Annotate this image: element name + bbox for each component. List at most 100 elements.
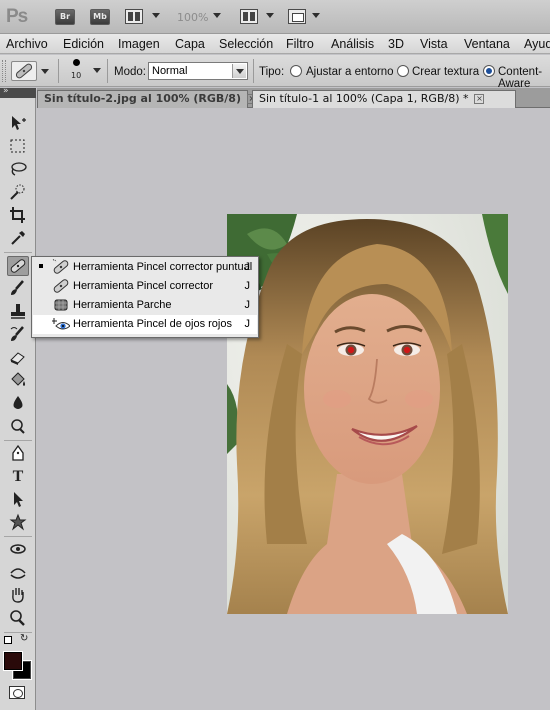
radio-ajustar-entorno[interactable] (290, 65, 302, 77)
mini-bridge-button[interactable]: Mb (90, 9, 110, 25)
radio-crear-textura[interactable] (397, 65, 409, 77)
path-selection-icon[interactable] (7, 490, 29, 510)
blur-icon[interactable] (7, 394, 29, 414)
document-tabs: Sin título-2.jpg al 100% (RGB/8)× Sin tí… (37, 88, 550, 108)
marquee-icon[interactable] (7, 137, 29, 157)
shape-icon[interactable] (7, 513, 29, 533)
zoom-dropdown-icon[interactable] (213, 13, 221, 18)
flyout-item-shortcut: J (244, 299, 251, 311)
chevron-down-icon[interactable] (232, 64, 246, 78)
history-brush-icon[interactable] (7, 325, 29, 345)
patch-icon (54, 299, 68, 311)
menu-archivo[interactable]: Archivo (6, 37, 48, 51)
spot-healing-icon[interactable] (7, 256, 29, 276)
radio-ajustar-entorno-label[interactable]: Ajustar a entorno (306, 66, 394, 78)
menu-analisis[interactable]: Análisis (331, 37, 374, 51)
eyedropper-icon[interactable] (7, 229, 29, 249)
photoshop-logo: Ps (6, 6, 28, 27)
brush-picker-dropdown-icon[interactable] (93, 68, 101, 73)
hand-icon[interactable] (7, 586, 29, 606)
3d-orbit-icon[interactable] (7, 563, 29, 583)
move-icon[interactable] (7, 114, 29, 134)
document-image[interactable] (227, 214, 508, 614)
application-bar: Ps Br Mb 100% (0, 0, 550, 34)
pen-icon[interactable] (7, 444, 29, 464)
current-tool-bullet (39, 264, 43, 268)
mode-select[interactable]: Normal (148, 62, 248, 80)
flyout-item-shortcut: J (244, 261, 251, 273)
3d-rotate-icon[interactable] (7, 540, 29, 560)
tab-label: Sin título-1 al 100% (Capa 1, RGB/8) * (259, 92, 469, 105)
flyout-item-healing-brush[interactable]: Herramienta Pincel corrector J (33, 277, 257, 296)
mode-value: Normal (152, 65, 188, 77)
lasso-icon[interactable] (7, 160, 29, 180)
toolbox-divider (4, 252, 32, 253)
options-separator (58, 59, 59, 83)
screen-mode-icon[interactable] (288, 9, 306, 24)
mode-label: Modo: (114, 66, 146, 78)
bridge-button[interactable]: Br (55, 9, 75, 25)
arrange-documents-icon[interactable] (240, 9, 258, 24)
spot-healing-brush-icon (52, 259, 69, 274)
menu-vista[interactable]: Vista (420, 37, 448, 51)
canvas-area[interactable] (37, 108, 550, 710)
tool-preset-dropdown-icon[interactable] (41, 69, 49, 74)
flyout-item-label: Herramienta Pincel corrector puntual (73, 261, 253, 273)
options-separator (253, 59, 254, 83)
menu-imagen[interactable]: Imagen (118, 37, 160, 51)
radio-content-aware[interactable] (483, 65, 495, 77)
menu-ventana[interactable]: Ventana (464, 37, 510, 51)
screen-mode-dropdown-icon[interactable] (312, 13, 320, 18)
radio-content-aware-label[interactable]: Content-Aware (498, 66, 550, 90)
tab-sin-titulo-2[interactable]: Sin título-2.jpg al 100% (RGB/8)× (37, 90, 257, 108)
collapse-icon[interactable]: » (3, 86, 9, 96)
menu-edicion[interactable]: Edición (63, 37, 104, 51)
tool-preset-picker[interactable] (11, 61, 37, 81)
radio-crear-textura-label[interactable]: Crear textura (412, 66, 479, 78)
options-separator (107, 59, 108, 83)
close-icon[interactable]: × (474, 94, 485, 104)
type-icon[interactable]: T (7, 467, 29, 487)
eraser-icon[interactable] (7, 348, 29, 368)
menu-seleccion[interactable]: Selección (219, 37, 273, 51)
crop-icon[interactable] (7, 206, 29, 226)
flyout-item-red-eye[interactable]: Herramienta Pincel de ojos rojos J (33, 315, 257, 334)
healing-tools-flyout: Herramienta Pincel corrector puntual J H… (31, 256, 259, 338)
flyout-item-patch[interactable]: Herramienta Parche J (33, 296, 257, 315)
options-grip[interactable] (2, 60, 6, 82)
brush-icon[interactable] (7, 279, 29, 299)
toolbox-header[interactable]: » (0, 86, 36, 98)
menu-bar: Archivo Edición Imagen Capa Selección Fi… (0, 34, 550, 54)
zoom-icon[interactable] (7, 609, 29, 629)
toolbox-divider (4, 536, 32, 537)
zoom-level[interactable]: 100% (177, 11, 208, 24)
view-extras-icon[interactable] (125, 9, 143, 24)
menu-filtro[interactable]: Filtro (286, 37, 314, 51)
swap-colors-icon[interactable]: ↻ (20, 633, 28, 644)
flyout-item-label: Herramienta Parche (73, 299, 172, 311)
arrange-dropdown-icon[interactable] (266, 13, 274, 18)
default-colors-icon[interactable] (4, 636, 12, 644)
brush-preview-icon[interactable] (73, 59, 80, 66)
quick-mask-icon[interactable] (9, 686, 25, 699)
flyout-item-shortcut: J (244, 280, 251, 292)
menu-ayuda[interactable]: Ayuda (524, 37, 550, 51)
toolbox: » T (0, 86, 36, 710)
foreground-color-swatch[interactable] (3, 651, 23, 671)
flyout-item-shortcut: J (244, 318, 251, 330)
toolbox-divider (4, 440, 32, 441)
dodge-icon[interactable] (7, 417, 29, 437)
flyout-item-spot-healing-brush[interactable]: Herramienta Pincel corrector puntual J (33, 258, 257, 277)
paint-bucket-icon[interactable] (7, 371, 29, 391)
tab-sin-titulo-1[interactable]: Sin título-1 al 100% (Capa 1, RGB/8) * × (252, 90, 516, 108)
clone-stamp-icon[interactable] (7, 302, 29, 322)
menu-3d[interactable]: 3D (388, 37, 404, 51)
quick-selection-icon[interactable] (7, 183, 29, 203)
flyout-item-label: Herramienta Pincel corrector (73, 280, 213, 292)
spot-healing-brush-icon (15, 63, 33, 79)
type-label: Tipo: (259, 66, 285, 78)
brush-size: 10 (71, 71, 82, 80)
healing-brush-icon (53, 279, 69, 293)
menu-capa[interactable]: Capa (175, 37, 205, 51)
view-extras-dropdown-icon[interactable] (152, 13, 160, 18)
